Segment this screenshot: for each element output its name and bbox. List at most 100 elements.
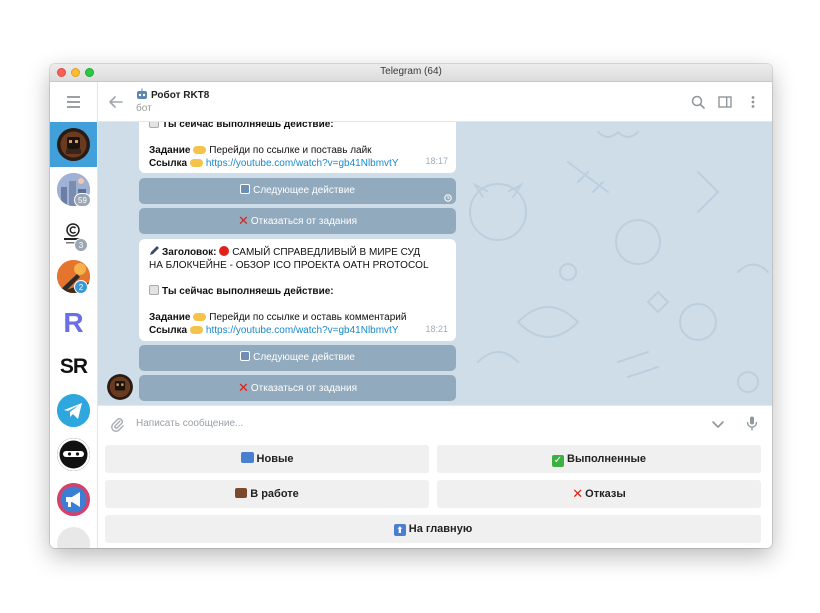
chat-list-sidebar: 59 3 2 R SR	[50, 82, 98, 548]
bot-message-avatar[interactable]	[107, 374, 133, 400]
menu-icon-line	[67, 101, 80, 103]
message-line: Ты сейчас выполняешь действие:	[149, 285, 432, 298]
message-bubble[interactable]: Заголовок: САМЫЙ СПРАВЕДЛИВЫЙ В МИРЕ СУД…	[139, 239, 456, 341]
hide-keyboard-chevron-down-icon[interactable]	[710, 416, 726, 432]
fast-forward-emoji-icon	[240, 184, 251, 194]
megaphone-icon	[57, 483, 90, 516]
next-action-button[interactable]: Следующее действие	[139, 178, 456, 204]
telegram-window: Telegram (64) 59 3 2 R SR Робот RKT8 бот…	[50, 64, 772, 548]
chat-avatar-7[interactable]	[57, 394, 90, 427]
new-tasks-button[interactable]: Новые	[105, 445, 429, 473]
in-progress-label: В работе	[250, 488, 299, 500]
task-text: Перейди по ссылке и оставь комментарий	[209, 312, 407, 323]
action-label: Ты сейчас выполняешь действие:	[162, 122, 334, 130]
message-input[interactable]	[136, 415, 696, 432]
message-line: Задание Перейди по ссылке и поставь лайк	[149, 144, 432, 157]
message-line: Ты сейчас выполняешь действие:	[149, 122, 432, 131]
heading-label: Заголовок:	[162, 247, 217, 258]
check-mark-icon: ✓	[552, 455, 564, 467]
cross-mark-icon: ✕	[238, 380, 249, 395]
hamburger-menu-button[interactable]	[50, 82, 97, 122]
unread-badge: 2	[74, 280, 88, 294]
telegram-plane-icon	[57, 394, 90, 427]
ninja-icon	[57, 438, 90, 471]
cross-mark-icon: ✕	[238, 213, 249, 228]
link-label: Ссылка	[149, 158, 188, 169]
title-bar: Telegram (64)	[50, 64, 772, 82]
next-action-label: Следующее действие	[253, 352, 355, 363]
chat-title-text: Робот RKT8	[151, 90, 210, 101]
new-tasks-label: Новые	[256, 453, 294, 465]
cross-mark-icon: ✕	[572, 486, 584, 501]
task-label: Задание	[149, 312, 191, 323]
r-logo-icon: R	[63, 307, 84, 338]
chat-avatar-6[interactable]: SR	[57, 350, 90, 383]
robot-avatar-icon	[57, 128, 90, 161]
completed-tasks-button[interactable]: ✓ Выполненные	[437, 445, 761, 473]
refuse-task-button[interactable]: ✕ Отказаться от задания	[139, 208, 456, 234]
message-time: 18:17	[425, 156, 448, 166]
briefcase-emoji-icon	[235, 488, 248, 498]
robot-emoji-icon	[137, 88, 147, 99]
search-icon[interactable]	[690, 94, 706, 110]
chat-header: Робот RKT8 бот	[98, 82, 772, 122]
completed-tasks-label: Выполненные	[567, 453, 646, 465]
message-time: 18:21	[425, 324, 448, 334]
back-arrow-icon[interactable]	[108, 94, 124, 110]
message-line: Заголовок: САМЫЙ СПРАВЕДЛИВЫЙ В МИРЕ СУД…	[149, 245, 432, 272]
refuse-task-label: Отказаться от задания	[250, 383, 357, 394]
chat-title[interactable]: Робот RKT8	[136, 88, 209, 101]
home-button[interactable]: ⬆ На главную	[105, 515, 761, 543]
youtube-link[interactable]: https://youtube.com/watch?v=gb41NlbmvtY	[206, 325, 399, 336]
next-action-button[interactable]: Следующее действие	[139, 345, 456, 371]
action-label: Ты сейчас выполняешь действие:	[162, 286, 334, 297]
attach-paperclip-icon[interactable]	[109, 416, 125, 432]
task-label: Задание	[149, 145, 191, 156]
pointing-hand-emoji-icon	[193, 146, 207, 154]
refusals-button[interactable]: ✕ Отказы	[437, 480, 761, 508]
sidebar-panel-icon[interactable]	[717, 94, 733, 110]
unread-badge: 59	[74, 193, 91, 207]
menu-icon-line	[67, 106, 80, 108]
refuse-task-button[interactable]: ✕ Отказаться от задания	[139, 375, 456, 401]
chat-avatar-10[interactable]	[57, 527, 90, 548]
pointing-hand-emoji-icon	[189, 326, 203, 334]
home-label: На главную	[408, 523, 473, 535]
chat-subtitle: бот	[136, 103, 152, 114]
pointing-hand-emoji-icon	[189, 159, 203, 167]
fast-forward-emoji-icon	[240, 351, 251, 361]
up-arrow-emoji-icon: ⬆	[393, 524, 406, 536]
new-emoji-icon	[240, 452, 254, 463]
message-area[interactable]: Ты сейчас выполняешь действие: Задание П…	[98, 122, 772, 405]
refusals-label: Отказы	[585, 488, 626, 500]
chat-avatar-robot-rkt8[interactable]	[57, 128, 90, 161]
message-bubble[interactable]: Ты сейчас выполняешь действие: Задание П…	[139, 122, 456, 173]
pen-emoji-icon	[150, 246, 159, 255]
message-line: Ссылка https://youtube.com/watch?v=gb41N…	[149, 157, 432, 170]
chat-avatar-9[interactable]	[57, 483, 90, 516]
youtube-link[interactable]: https://youtube.com/watch?v=gb41NlbmvtY	[206, 158, 399, 169]
red-circle-emoji-icon	[219, 246, 230, 256]
notepad-emoji-icon	[149, 122, 159, 128]
notepad-emoji-icon	[149, 285, 159, 295]
next-action-label: Следующее действие	[253, 185, 355, 196]
task-text: Перейди по ссылке и поставь лайк	[209, 145, 372, 156]
link-label: Ссылка	[149, 325, 188, 336]
sr-logo-icon: SR	[59, 355, 88, 378]
microphone-icon[interactable]	[744, 415, 760, 431]
pointing-hand-emoji-icon	[193, 313, 207, 321]
unread-badge: 3	[74, 238, 88, 252]
window-title: Telegram (64)	[380, 66, 442, 77]
bot-reply-keyboard: Новые ✓ Выполненные В работе ✕ Отказы ⬆ На …	[98, 440, 772, 548]
message-line: Ссылка https://youtube.com/watch?v=gb41N…	[149, 324, 432, 337]
chat-avatar-5[interactable]: R	[57, 306, 90, 339]
more-vertical-icon[interactable]	[745, 94, 761, 110]
loading-clock-icon	[444, 194, 452, 202]
message-line: Задание Перейди по ссылке и оставь комме…	[149, 311, 432, 324]
robot-avatar-icon	[107, 374, 133, 400]
in-progress-button[interactable]: В работе	[105, 480, 429, 508]
menu-icon-line	[67, 96, 80, 98]
chat-avatar-8[interactable]	[57, 438, 90, 471]
refuse-task-label: Отказаться от задания	[250, 216, 357, 227]
message-composer	[98, 405, 772, 440]
